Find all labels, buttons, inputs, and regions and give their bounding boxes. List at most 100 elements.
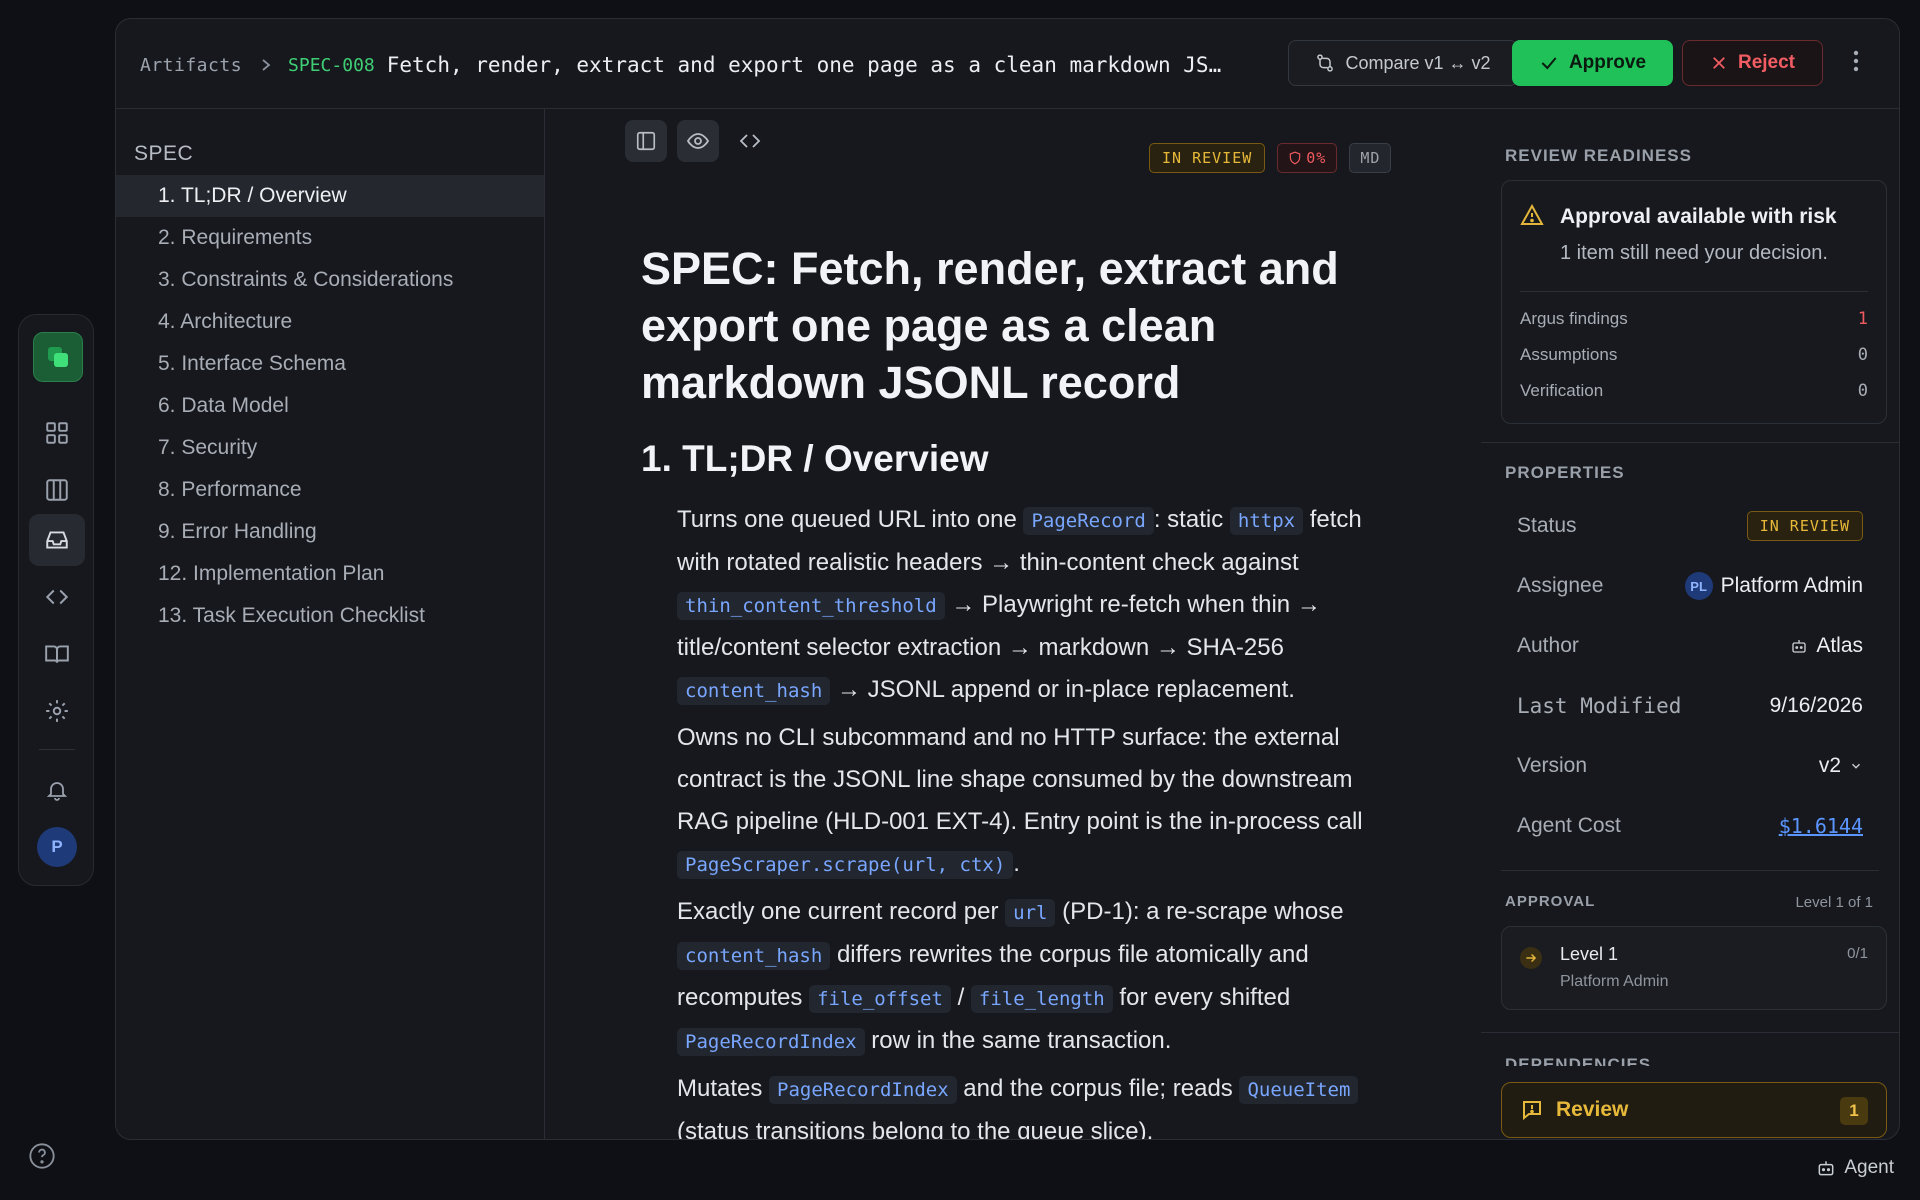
approval-level-card[interactable]: Level 1 Platform Admin 0/1 bbox=[1501, 926, 1887, 1010]
toc-item[interactable]: 4. Architecture bbox=[116, 301, 544, 343]
approval-section-title: APPROVAL bbox=[1505, 893, 1596, 910]
property-agent-cost: Agent Cost $1.6144 bbox=[1517, 806, 1863, 846]
paragraph: Turns one queued URL into one PageRecord… bbox=[677, 506, 1362, 705]
spec-toc: SPEC 1. TL;DR / Overview 2. Requirements… bbox=[116, 108, 545, 1139]
inbox-icon bbox=[46, 531, 68, 549]
approve-label: Approve bbox=[1568, 52, 1647, 73]
readiness-row-assumptions[interactable]: Assumptions 0 bbox=[1520, 345, 1868, 365]
help-button[interactable] bbox=[28, 1142, 56, 1170]
status-badge: IN REVIEW bbox=[1149, 143, 1266, 173]
chevron-down-icon bbox=[1852, 763, 1860, 769]
more-vertical-icon bbox=[1853, 50, 1859, 72]
user-avatar[interactable]: P bbox=[37, 827, 77, 867]
document-view: IN REVIEW 0% MD SPEC: Fetch, render, ext… bbox=[545, 108, 1480, 1139]
preview-mode-button[interactable] bbox=[677, 120, 719, 162]
toc-item[interactable]: 9. Error Handling bbox=[116, 511, 544, 553]
compare-versions-button[interactable]: Compare v1 ↔ v2 bbox=[1288, 40, 1518, 86]
chevron-right-icon bbox=[260, 58, 272, 72]
inline-code: PageScraper.scrape(url, ctx) bbox=[677, 851, 1014, 879]
inline-code: QueueItem bbox=[1239, 1076, 1359, 1104]
approval-level-progress: 0/1 bbox=[1847, 945, 1868, 962]
row-value: 0 bbox=[1857, 345, 1868, 365]
risk-value: 0% bbox=[1306, 149, 1327, 167]
toc-item[interactable]: 5. Interface Schema bbox=[116, 343, 544, 385]
divider bbox=[1481, 442, 1899, 443]
status-badge[interactable]: IN REVIEW bbox=[1746, 511, 1863, 541]
rail-divider bbox=[39, 749, 75, 750]
agent-cost-link[interactable]: $1.6144 bbox=[1779, 814, 1863, 838]
code-icon bbox=[739, 134, 761, 148]
version-select[interactable]: v2 bbox=[1819, 754, 1863, 778]
toc-item[interactable]: 12. Implementation Plan bbox=[116, 553, 544, 595]
artifact-title: Fetch, render, extract and export one pa… bbox=[386, 53, 1227, 77]
approval-level-approver: Platform Admin bbox=[1560, 973, 1669, 990]
divider bbox=[1520, 291, 1868, 292]
app-logo[interactable] bbox=[33, 332, 83, 382]
toc-item[interactable]: 8. Performance bbox=[116, 469, 544, 511]
divider bbox=[1501, 870, 1879, 871]
review-label: Review bbox=[1556, 1098, 1629, 1121]
author-name: Atlas bbox=[1816, 634, 1863, 657]
toc-item[interactable]: 13. Task Execution Checklist bbox=[116, 595, 544, 637]
reject-label: Reject bbox=[1737, 52, 1796, 73]
author-value: Atlas bbox=[1790, 634, 1863, 658]
git-compare-icon bbox=[1317, 54, 1334, 72]
notifications-button[interactable] bbox=[29, 764, 85, 816]
inline-code: thin_content_threshold bbox=[677, 592, 945, 620]
review-count-badge: 1 bbox=[1840, 1097, 1868, 1125]
nav-inbox-button[interactable] bbox=[29, 514, 85, 566]
inline-code: httpx bbox=[1229, 507, 1304, 535]
property-label: Author bbox=[1517, 634, 1579, 657]
warning-icon bbox=[1520, 203, 1544, 227]
property-author: Author Atlas bbox=[1517, 626, 1863, 666]
reject-button[interactable]: Reject bbox=[1682, 40, 1823, 86]
assignee-avatar: PL bbox=[1684, 572, 1713, 600]
toc-item[interactable]: 7. Security bbox=[116, 427, 544, 469]
readiness-subtitle: 1 item still need your decision. bbox=[1560, 242, 1828, 264]
artifact-header: Artifacts SPEC-008 Fetch, render, extrac… bbox=[116, 19, 1899, 109]
artifact-frame: Artifacts SPEC-008 Fetch, render, extrac… bbox=[115, 18, 1900, 1140]
review-button[interactable]: Review 1 bbox=[1501, 1082, 1887, 1138]
modified-value: 9/16/2026 bbox=[1769, 694, 1863, 717]
view-toolbar bbox=[625, 120, 771, 162]
shield-icon bbox=[1290, 151, 1301, 165]
nav-settings-button[interactable] bbox=[29, 685, 85, 737]
toc-item[interactable]: 2. Requirements bbox=[116, 217, 544, 259]
assignee-name: Platform Admin bbox=[1720, 574, 1863, 597]
readiness-row-verification[interactable]: Verification 0 bbox=[1520, 381, 1868, 401]
more-options-button[interactable] bbox=[1846, 50, 1866, 78]
check-icon bbox=[1541, 57, 1557, 70]
nav-board-button[interactable] bbox=[29, 464, 85, 516]
doc-badges: IN REVIEW 0% MD bbox=[1149, 143, 1392, 173]
paragraph: Owns no CLI subcommand and no HTTP surfa… bbox=[677, 724, 1363, 879]
nav-dashboard-button[interactable] bbox=[29, 407, 85, 459]
gear-icon bbox=[46, 700, 68, 722]
nav-docs-button[interactable] bbox=[29, 628, 85, 680]
format-badge: MD bbox=[1349, 143, 1392, 173]
breadcrumb: Artifacts SPEC-008 Fetch, render, extrac… bbox=[140, 53, 1227, 77]
section-heading: 1. TL;DR / Overview bbox=[641, 438, 989, 479]
inline-code: content_hash bbox=[677, 942, 831, 970]
toc-item[interactable]: 1. TL;DR / Overview bbox=[116, 175, 544, 217]
property-assignee: Assignee PL Platform Admin bbox=[1517, 566, 1863, 606]
paragraph: Exactly one current record per url (PD-1… bbox=[677, 898, 1344, 1056]
robot-icon bbox=[1818, 1161, 1834, 1176]
nav-code-button[interactable] bbox=[29, 571, 85, 623]
toc-list: 1. TL;DR / Overview 2. Requirements 3. C… bbox=[116, 175, 544, 637]
toggle-sidebar-button[interactable] bbox=[625, 120, 667, 162]
agent-button[interactable]: Agent bbox=[1816, 1157, 1894, 1179]
breadcrumb-root[interactable]: Artifacts bbox=[140, 55, 242, 76]
close-icon bbox=[1713, 57, 1725, 69]
toc-item[interactable]: 3. Constraints & Considerations bbox=[116, 259, 544, 301]
approve-button[interactable]: Approve bbox=[1512, 40, 1673, 86]
assignee-value[interactable]: PL Platform Admin bbox=[1684, 572, 1863, 600]
source-mode-button[interactable] bbox=[729, 120, 771, 162]
toc-item[interactable]: 6. Data Model bbox=[116, 385, 544, 427]
inline-code: PageRecord bbox=[1023, 507, 1154, 535]
inline-code: PageRecordIndex bbox=[677, 1028, 865, 1056]
property-label: Assignee bbox=[1517, 574, 1604, 597]
eye-icon bbox=[686, 133, 710, 149]
readiness-row-findings[interactable]: Argus findings 1 bbox=[1520, 309, 1868, 329]
code-icon bbox=[45, 589, 69, 605]
row-label: Argus findings bbox=[1520, 309, 1628, 328]
